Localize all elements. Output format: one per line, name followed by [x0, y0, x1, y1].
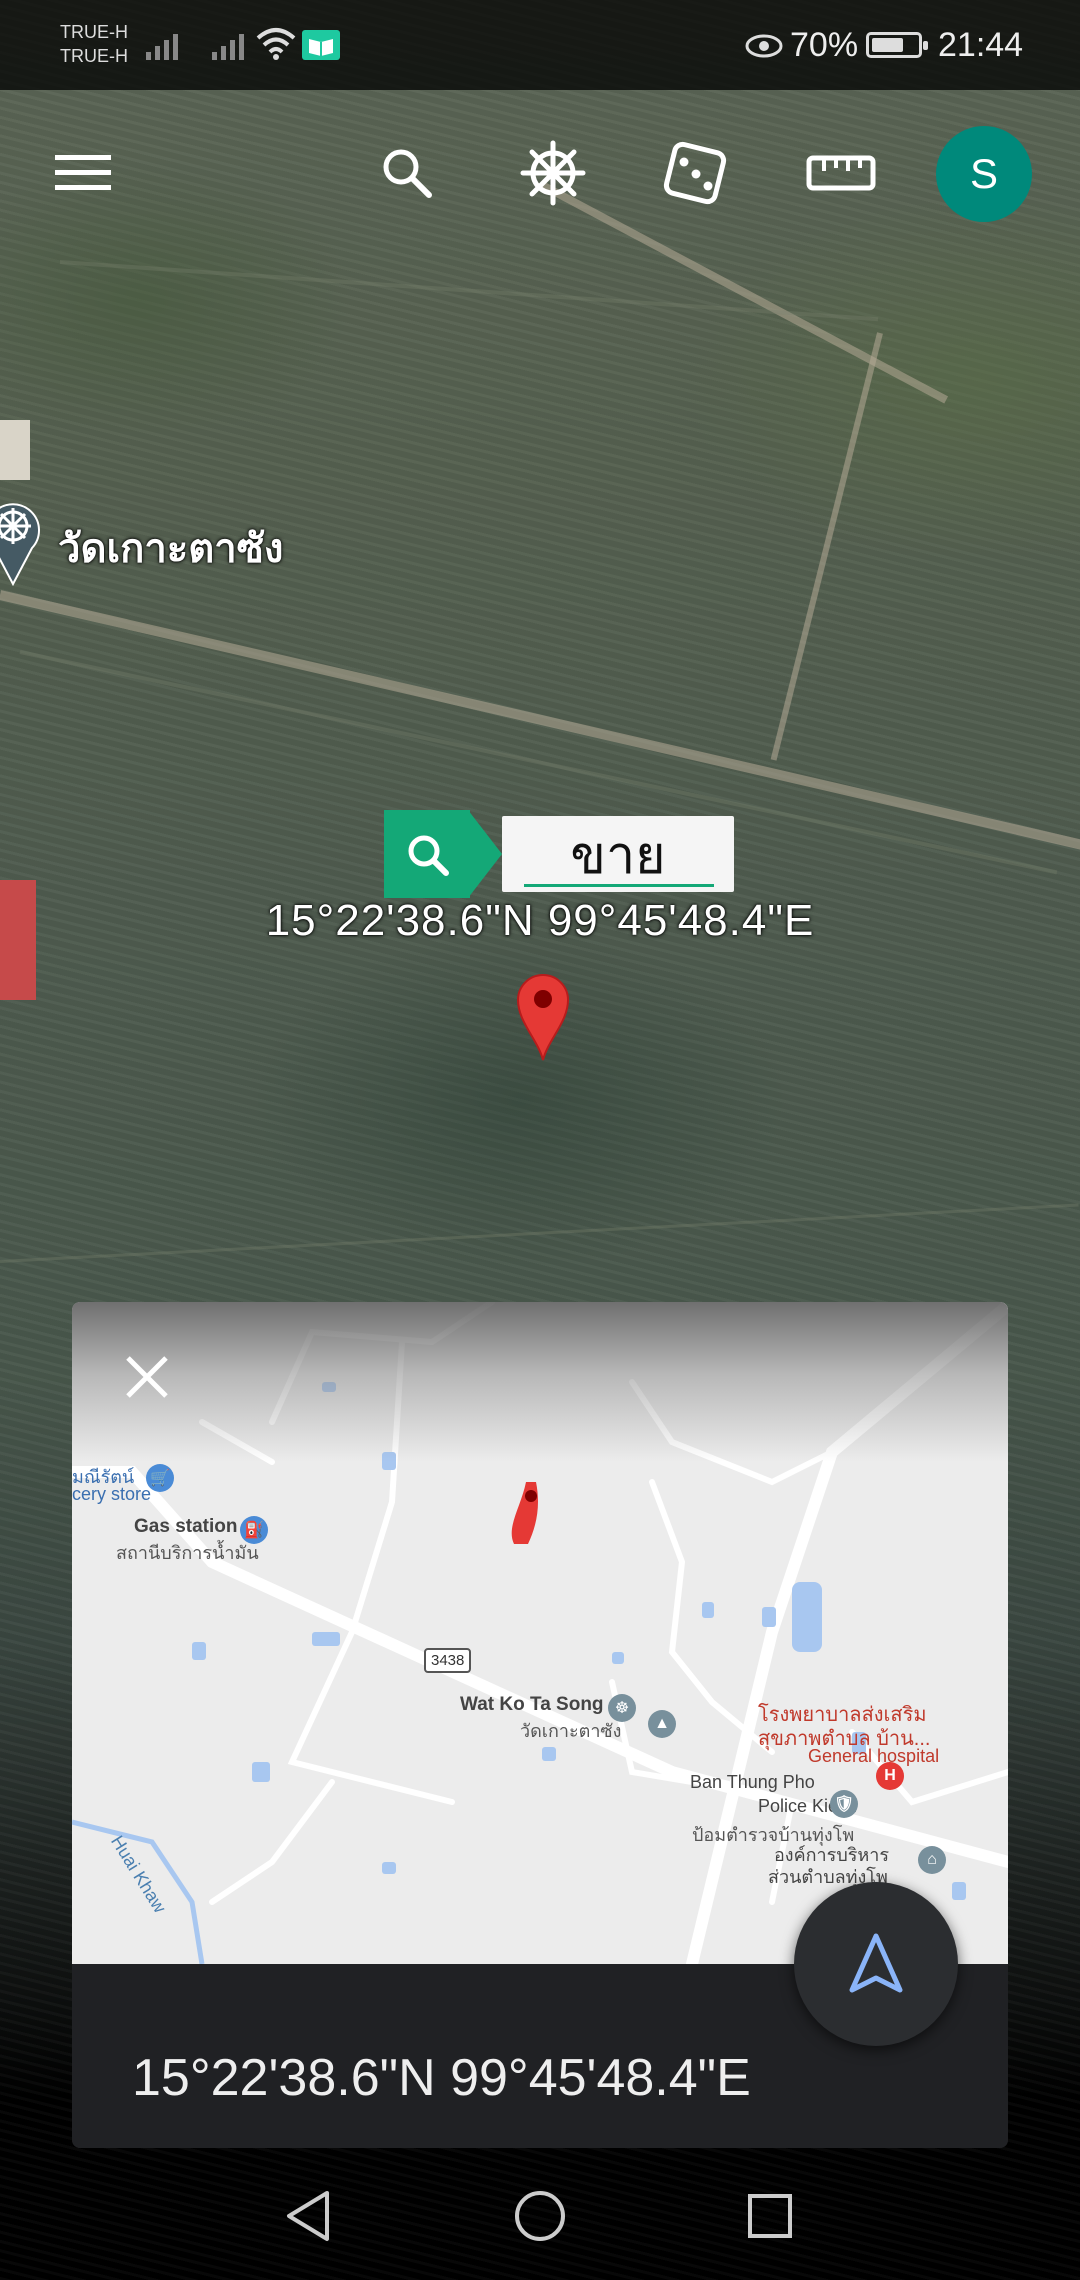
chip-underline — [524, 884, 714, 887]
police-kiosk-icon: 🛡 — [830, 1790, 858, 1818]
nav-back-button[interactable] — [278, 2186, 338, 2246]
temple-place-marker[interactable] — [0, 496, 40, 586]
map-label-gas-station-thai: สถานีบริการน้ำมัน — [116, 1543, 259, 1563]
measure-button[interactable] — [796, 128, 886, 218]
mini-map-fade — [72, 1302, 1008, 1462]
dice-icon — [663, 141, 727, 205]
chip-arrow — [468, 810, 502, 898]
navigation-arrow-icon — [849, 1933, 903, 1993]
battery-level — [872, 38, 903, 52]
signal-icon — [212, 30, 244, 60]
place-label[interactable]: วัดเกาะตาซัง — [58, 516, 283, 580]
government-icon: ⌂ — [918, 1846, 946, 1874]
map-label-gas-station: Gas station — [134, 1516, 238, 1537]
map-field-edge — [0, 1203, 1079, 1263]
map-label-temple: Wat Ko Ta Song — [460, 1694, 604, 1715]
home-icon — [515, 2191, 565, 2241]
nav-recents-button[interactable] — [740, 2186, 800, 2246]
search-result-chip[interactable]: ขาย — [384, 810, 734, 898]
search-button[interactable] — [362, 128, 452, 218]
chip-search-badge — [384, 810, 470, 898]
menu-icon — [55, 155, 111, 190]
battery-icon — [866, 32, 928, 58]
directions-button[interactable] — [794, 1882, 958, 2046]
account-avatar[interactable]: S — [936, 126, 1032, 222]
menu-button[interactable] — [38, 128, 128, 218]
battery-percent: 70% — [790, 26, 859, 64]
gas-station-icon: ⛽ — [240, 1516, 268, 1544]
voyager-wheel-icon — [520, 140, 586, 206]
map-label-temple-thai: วัดเกาะตาซัง — [520, 1721, 622, 1741]
map-building — [0, 420, 30, 480]
carrier-1: TRUE-H — [60, 22, 128, 42]
search-icon — [383, 149, 432, 198]
back-icon — [287, 2191, 329, 2241]
mini-map[interactable]: มณีรัตน์ cery store 🛒 Gas station สถานีบ… — [72, 1302, 1008, 1964]
map-label-store-type: cery store — [72, 1484, 152, 1504]
feeling-lucky-button[interactable] — [650, 128, 740, 218]
map-road — [770, 332, 883, 761]
wifi-icon — [256, 28, 296, 60]
clock: 21:44 — [938, 26, 1024, 64]
notification-app-icon — [302, 30, 340, 60]
eye-comfort-icon — [745, 34, 783, 58]
hospital-icon: H — [876, 1762, 904, 1790]
temple-icon: ☸ — [608, 1694, 636, 1722]
card-coordinates[interactable]: 15°22'38.6"N 99°45'48.4"E — [132, 2048, 751, 2108]
chip-query-text: ขาย — [570, 825, 666, 886]
map-label-police-1: Ban Thung Pho — [690, 1772, 815, 1792]
status-bar: TRUE-H TRUE-H 70% 21:44 — [0, 0, 1080, 90]
carrier-2: TRUE-H — [60, 46, 128, 66]
route-shield: 3438 — [424, 1648, 472, 1673]
map-field-edge — [59, 260, 879, 322]
carrier-labels: TRUE-H TRUE-H — [60, 20, 128, 68]
signal-icon — [146, 30, 178, 60]
pin-coordinates-label: 15°22'38.6"N 99°45'48.4"E — [265, 896, 815, 945]
search-icon — [408, 835, 449, 876]
ruler-icon — [806, 155, 876, 191]
close-icon[interactable] — [122, 1352, 172, 1402]
voyager-button[interactable] — [508, 128, 598, 218]
police-icon: ▲ — [648, 1710, 676, 1738]
nav-home-button[interactable] — [510, 2186, 570, 2246]
grocery-store-icon: 🛒 — [146, 1464, 174, 1492]
recents-icon — [748, 2194, 792, 2238]
map-label-hospital: General hospital — [808, 1746, 940, 1766]
map-road — [538, 180, 949, 404]
location-pin-icon[interactable] — [514, 970, 572, 1062]
